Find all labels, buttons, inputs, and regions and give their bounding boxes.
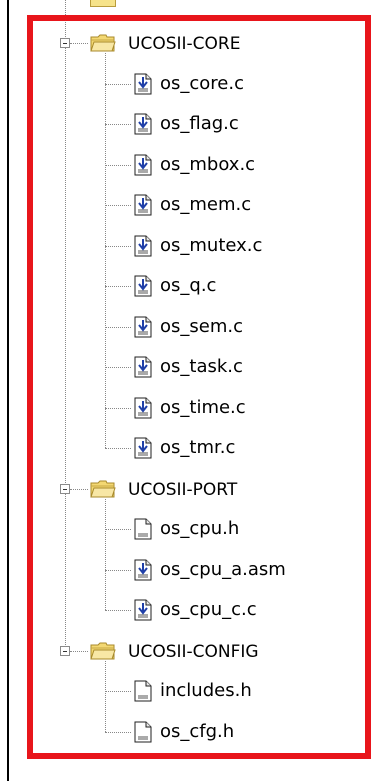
highlight-rectangle	[27, 15, 371, 759]
